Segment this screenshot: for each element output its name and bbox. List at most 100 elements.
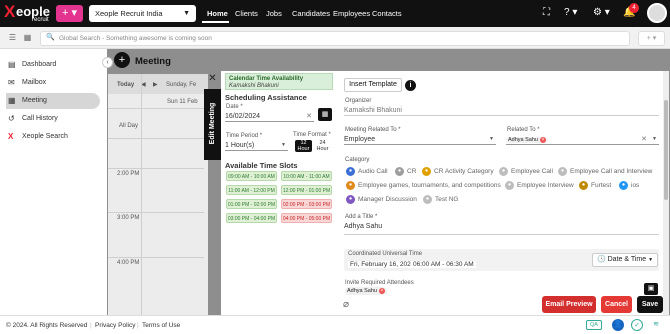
meeting-related-to-select[interactable]: Employee ▼: [344, 134, 496, 145]
remove-chip-icon[interactable]: ×: [378, 288, 385, 294]
check-circle-icon[interactable]: ✓: [631, 319, 643, 331]
calendar-gridline: [108, 108, 204, 109]
sidebar-item-call-history[interactable]: ↺ Call History: [6, 111, 100, 127]
gear-icon[interactable]: ⚙ ▾: [593, 6, 610, 20]
title-input[interactable]: Adhya Sahu: [344, 221, 659, 235]
category-item[interactable]: ● Employee Call and Interview: [558, 167, 652, 177]
calendar-date-label: Sun 11 Feb: [167, 99, 198, 105]
logo-sub: recruit: [32, 17, 49, 23]
sidebar-item-meeting[interactable]: ▦ Meeting: [6, 93, 100, 109]
category-icon: ●: [579, 181, 588, 190]
user-circle-icon[interactable]: 👤: [612, 319, 624, 331]
category-item[interactable]: ● Employee Interview: [505, 181, 574, 191]
list-view-icon[interactable]: ☰: [6, 32, 19, 44]
utc-date: Fri, February 16, 2024: [348, 261, 417, 268]
time-slot[interactable]: 01:00 PM - 02:00 PM: [226, 199, 277, 209]
nav-jobs[interactable]: Jobs: [266, 9, 282, 18]
nav-contacts[interactable]: Contacts: [372, 9, 402, 18]
sidebar-collapse-button[interactable]: ‹: [102, 57, 113, 68]
company-selector[interactable]: Xeople Recruit India ▼: [89, 5, 196, 22]
terms-link[interactable]: Terms of Use: [142, 322, 180, 329]
category-label: Furtest: [591, 182, 612, 190]
related-to-value: Employee: [344, 136, 376, 143]
quick-add-button[interactable]: + ▾: [56, 5, 83, 22]
global-search-input[interactable]: Global Search - Something awesome is com…: [40, 31, 630, 46]
remove-chip-icon[interactable]: ×: [539, 137, 546, 143]
clear-icon[interactable]: ✕: [306, 111, 312, 122]
category-item[interactable]: ● Furtest: [579, 181, 611, 191]
nav-home[interactable]: Home: [207, 9, 228, 18]
format-hour-label: Hour: [297, 146, 310, 152]
availability-banner: Calendar Time Availability Kamakshi Bhak…: [225, 73, 333, 90]
sidebar-item-dashboard[interactable]: ▤ Dashboard: [6, 57, 100, 73]
nav-employees[interactable]: Employees: [333, 9, 370, 18]
help-icon[interactable]: ? ▾: [564, 6, 577, 20]
time-slot[interactable]: 03:00 PM - 04:00 PM: [226, 213, 277, 223]
calendar-gridline: [108, 138, 204, 139]
sidebar-item-xeople-search[interactable]: X Xeople Search: [6, 129, 100, 145]
time-slot[interactable]: 10:00 AM - 11:00 AM: [281, 171, 332, 181]
category-item[interactable]: ● CR: [395, 167, 416, 177]
time-slot[interactable]: 11:00 AM - 12:00 PM: [226, 185, 277, 195]
date-time-button[interactable]: 🕓 Date & Time ▼: [592, 253, 658, 267]
close-icon[interactable]: ✕: [207, 73, 218, 84]
wifi-icon: ≋: [650, 319, 662, 331]
insert-template-button[interactable]: Insert Template: [344, 78, 402, 92]
notification-badge: 4: [629, 3, 639, 13]
time-period-select[interactable]: 1 Hour(s) ▼: [225, 140, 288, 151]
availability-title: Calendar Time Availability: [229, 76, 304, 82]
related-to-select[interactable]: Adhya Sahu × ✕ ▼: [506, 134, 659, 145]
category-item[interactable]: ● Audio Call: [346, 167, 388, 177]
category-item[interactable]: ● Manager Discussion: [346, 195, 417, 205]
time-slot[interactable]: 12:00 PM - 01:00 PM: [281, 185, 332, 195]
category-icon: ●: [346, 195, 355, 204]
category-item[interactable]: ● ios: [619, 181, 639, 191]
category-item[interactable]: ● Test NG: [423, 195, 458, 205]
calendar-gridline: [108, 257, 204, 258]
attachment-icon[interactable]: ⌀: [343, 299, 349, 310]
today-button[interactable]: Today: [117, 82, 134, 88]
nav-clients[interactable]: Clients: [235, 9, 258, 18]
category-item[interactable]: ● Employee games, tournaments, and compet…: [346, 181, 501, 191]
add-meeting-button[interactable]: +: [114, 52, 130, 68]
time-period-value: 1 Hour(s): [225, 142, 255, 149]
allday-label: All Day: [119, 123, 139, 129]
address-book-icon[interactable]: ▣: [644, 283, 658, 295]
cancel-button[interactable]: Cancel: [601, 296, 632, 313]
category-label: Test NG: [435, 196, 459, 204]
xeople-x-icon: X: [8, 132, 14, 141]
category-item[interactable]: ● CR Activity Category: [422, 167, 494, 177]
time-slot[interactable]: 02:00 PM - 03:00 PM: [281, 199, 332, 209]
search-icon: 🔍: [46, 34, 55, 41]
nav-candidates[interactable]: Candidates: [292, 9, 330, 18]
category-icon: ●: [346, 181, 355, 190]
time-slot[interactable]: 04:00 PM - 05:00 PM: [281, 213, 332, 223]
format-12-hour[interactable]: 12 Hour: [295, 140, 312, 152]
grid-view-icon[interactable]: ▦: [21, 32, 34, 44]
fullscreen-icon[interactable]: ⛶: [543, 6, 550, 20]
date-time-label: Date & Time: [607, 256, 647, 263]
category-icon: ●: [505, 181, 514, 190]
info-icon[interactable]: i: [405, 80, 416, 91]
sidebar-item-mailbox[interactable]: ✉ Mailbox: [6, 75, 100, 91]
clear-icon[interactable]: ✕: [641, 134, 647, 145]
sidebar-item-label: Mailbox: [22, 79, 47, 86]
save-button[interactable]: Save: [637, 296, 663, 313]
next-icon[interactable]: ▶: [153, 81, 158, 88]
privacy-policy-link[interactable]: Privacy Policy: [95, 322, 135, 329]
email-preview-button[interactable]: Email Preview: [542, 296, 596, 313]
user-avatar[interactable]: [647, 3, 667, 23]
format-24-hour[interactable]: 24 Hour: [314, 140, 331, 152]
add-menu-button[interactable]: + ▾: [638, 31, 665, 46]
time-slots-heading: Available Time Slots: [225, 161, 298, 170]
category-icon: ●: [422, 167, 431, 176]
xeople-logo[interactable]: X eople recruit: [4, 3, 54, 25]
related-to-label: Related To *: [507, 127, 540, 133]
date-field[interactable]: 16/02/2024 ✕: [225, 111, 314, 122]
time-slot[interactable]: 09:00 AM - 10:00 AM: [226, 171, 277, 181]
scrollbar-thumb[interactable]: [664, 100, 668, 200]
meeting-related-to-label: Meeting Related To *: [345, 127, 401, 133]
calendar-picker-button[interactable]: ▦: [318, 108, 332, 121]
time-label: 2:00 PM: [117, 171, 140, 177]
category-item[interactable]: ● Employee Call: [499, 167, 553, 177]
